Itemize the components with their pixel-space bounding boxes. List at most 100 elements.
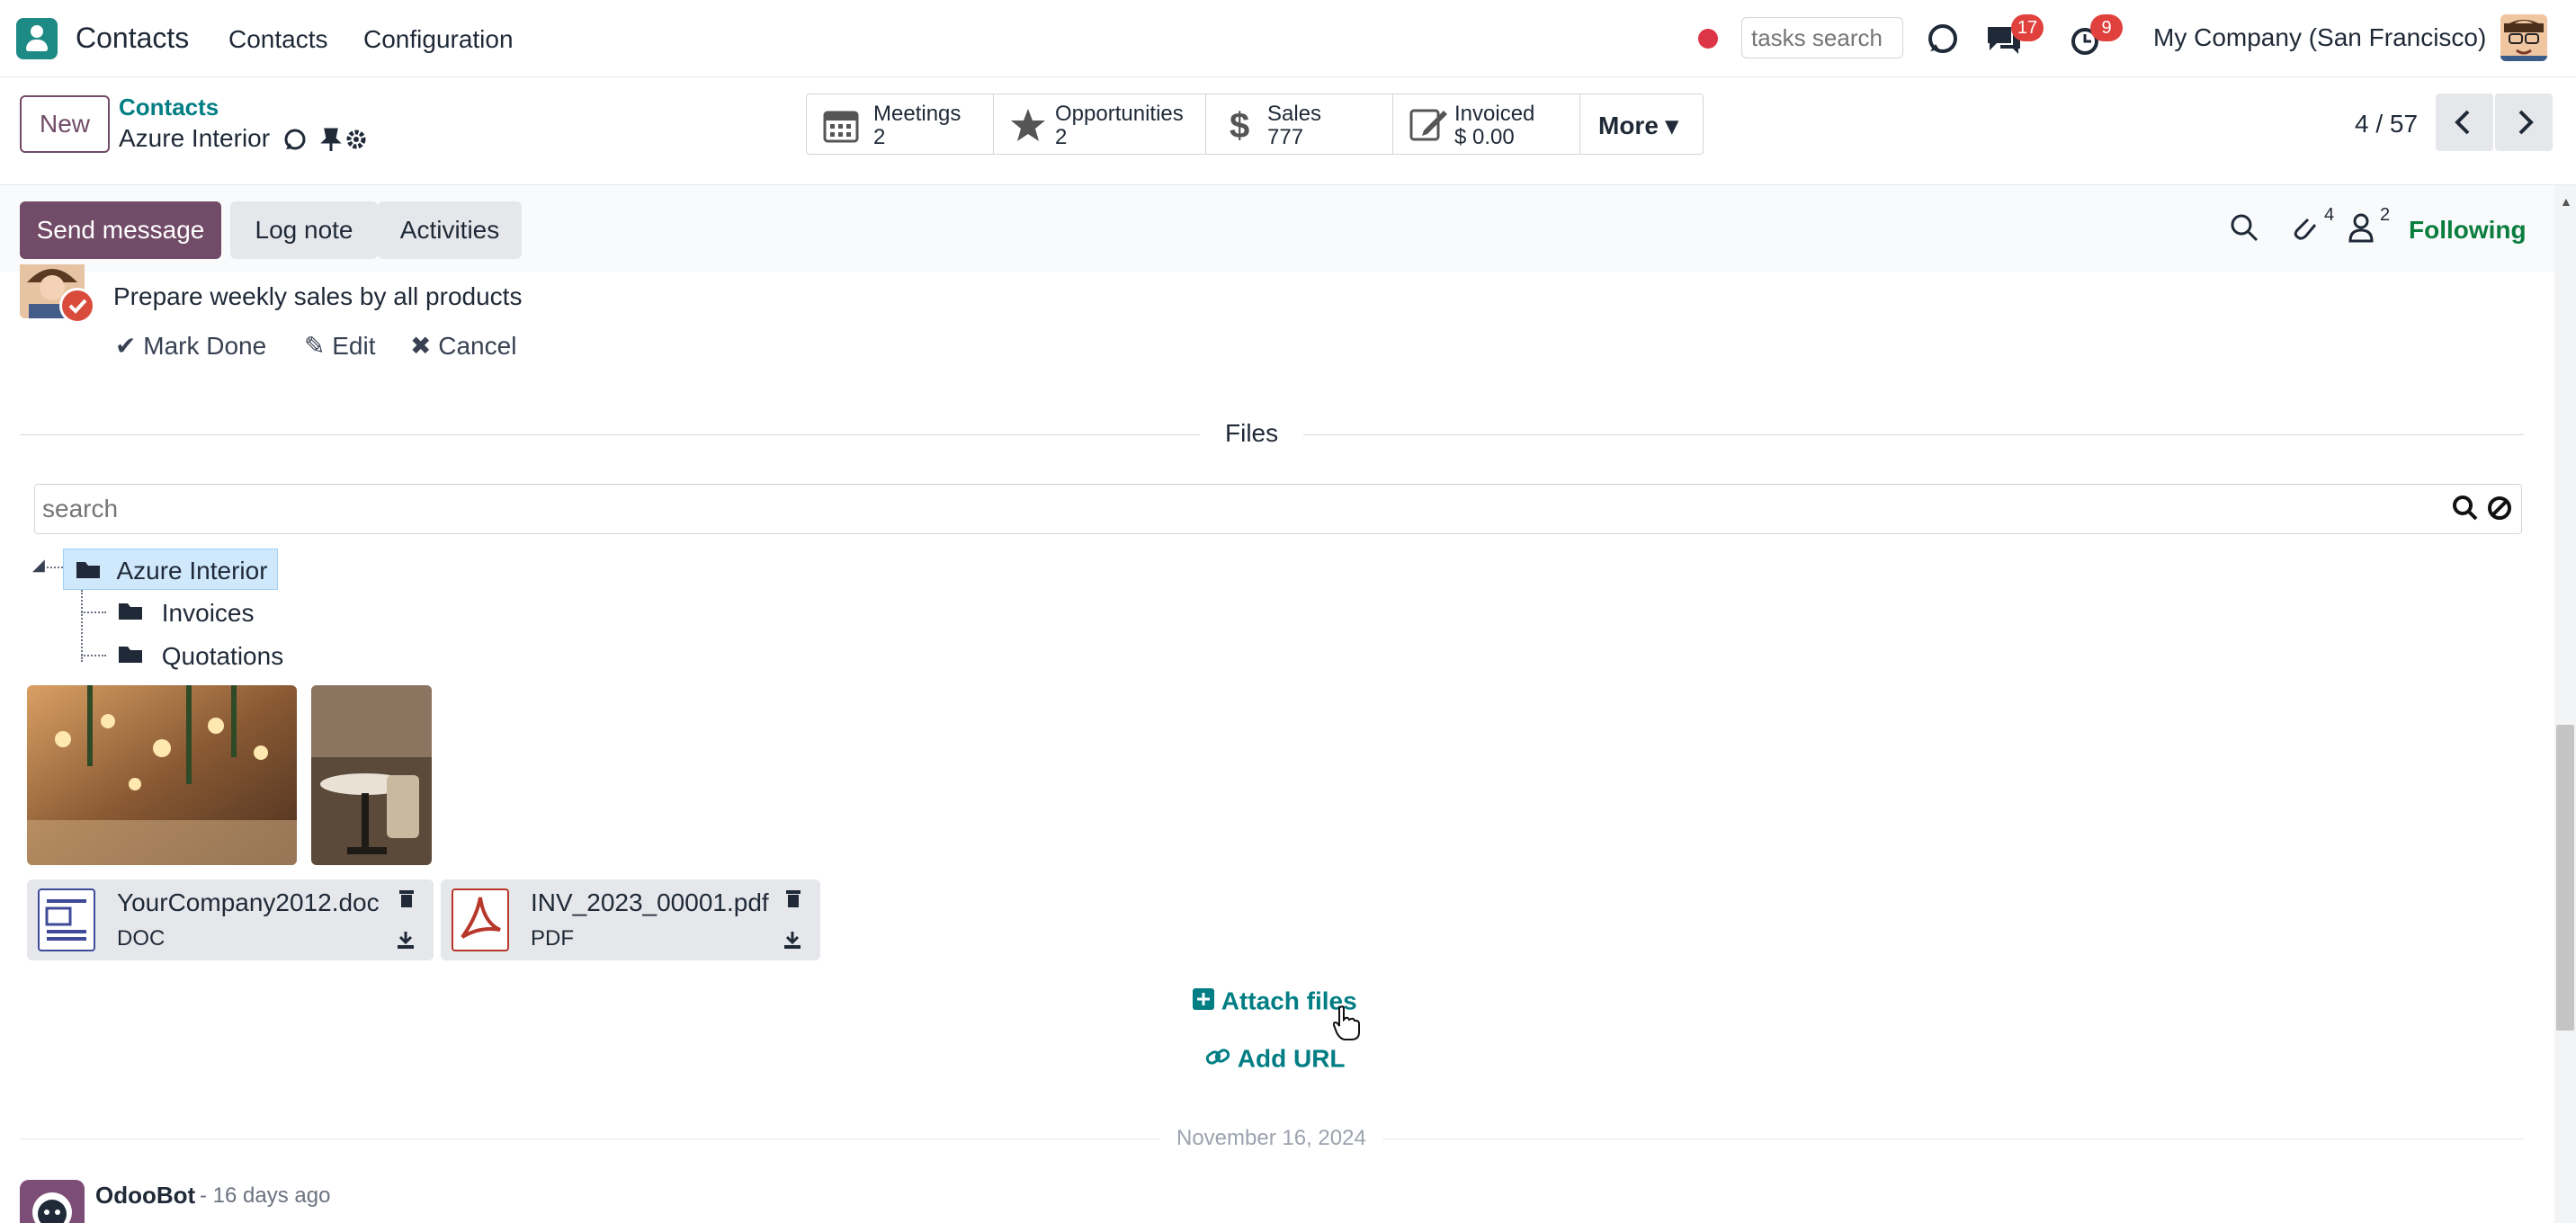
files-search-input[interactable] [34,484,2522,534]
activity-done-check-icon [59,288,95,324]
check-icon: ✔ [115,332,137,360]
delete-trash-icon[interactable] [398,888,416,913]
folder-invoices[interactable]: Invoices [117,597,255,628]
breadcrumb-contacts[interactable]: Contacts [119,94,219,121]
activities-badge: 9 [2090,14,2123,41]
chatter-search-icon[interactable] [2229,212,2259,249]
more-label: More [1598,112,1659,139]
app-name[interactable]: Contacts [76,22,189,55]
record-title: Azure Interior [119,124,271,152]
folder-icon [117,599,144,628]
doc-file-icon [38,888,95,951]
tree-collapse-icon[interactable]: ◢ [32,556,45,575]
scrollbar-thumb[interactable] [2556,725,2574,1031]
previous-record-button[interactable] [2436,94,2493,151]
mark-done-button[interactable]: ✔ Mark Done [115,331,266,361]
sales-label: Sales [1267,102,1322,126]
menu-configuration[interactable]: Configuration [363,25,514,54]
user-avatar[interactable] [2500,14,2547,61]
attachment-card[interactable]: YourCompany2012.doc DOC [27,879,434,960]
opportunities-button[interactable]: Opportunities 2 [994,94,1206,154]
calendar-icon [823,107,859,147]
download-icon[interactable] [783,930,802,954]
cancel-activity-button[interactable]: ✖ Cancel [410,331,516,361]
attachment-card[interactable]: INV_2023_00001.pdf PDF [441,879,820,960]
pin-icon [320,128,342,151]
user-icon [2348,213,2374,243]
gear-icon [346,129,366,149]
chatter: Send message Log note Activities 4 2 Fol… [0,185,2554,1223]
sales-value: 777 [1267,125,1304,149]
scroll-up-arrow-icon[interactable]: ▲ [2560,194,2572,209]
menu-contacts[interactable]: Contacts [228,25,328,54]
next-record-button[interactable] [2495,94,2553,151]
meetings-button[interactable]: Meetings 2 [807,94,994,154]
attachments-button[interactable]: 4 [2288,205,2334,249]
log-note-button[interactable]: Log note [230,201,378,259]
invoiced-button[interactable]: Invoiced $ 0.00 [1393,94,1580,154]
message-author[interactable]: OdooBot [95,1182,195,1210]
new-button[interactable]: New [20,95,110,153]
folder-azure-interior[interactable]: Azure Interior [63,549,278,590]
folder-icon [117,642,144,671]
paperclip-icon [2294,218,2317,240]
opportunities-count: 2 [1055,125,1068,149]
pdf-file-icon [452,888,509,951]
attachment-name: INV_2023_00001.pdf [531,888,769,916]
meetings-label: Meetings [873,102,962,126]
star-icon [1010,107,1046,147]
pencil-icon: ✎ [304,332,326,360]
chatter-topbar: Send message Log note Activities 4 2 Fol… [0,185,2554,272]
activities-button[interactable]: Activities [378,201,522,259]
following-button[interactable]: Following [2409,216,2527,245]
attachments-count: 4 [2324,205,2335,225]
image-attachment-thumbnail[interactable] [311,685,432,865]
svg-text:$: $ [1230,107,1249,143]
attachment-name: YourCompany2012.doc [117,888,380,916]
caret-down-icon: ▾ [1665,112,1678,139]
more-dropdown[interactable]: More ▾ [1580,94,1703,154]
files-section-title: Files [1200,419,1304,448]
link-icon [1205,1045,1230,1074]
followers-button[interactable]: 2 [2348,205,2390,249]
record-actions [282,126,369,157]
pager-value[interactable]: 4 / 57 [2355,110,2418,138]
chevron-left-icon [2455,110,2470,135]
opportunities-label: Opportunities [1055,102,1184,126]
folder-icon [75,558,102,585]
attachment-type: DOC [117,926,165,951]
files-search-icon[interactable] [2452,495,2479,526]
refresh-icon[interactable] [1923,19,1963,58]
image-attachment-thumbnail[interactable] [27,685,297,865]
tree-connector [81,612,106,613]
send-message-button[interactable]: Send message [20,201,221,259]
tree-connector [81,590,83,662]
recording-indicator-icon [1698,29,1718,49]
add-url-link[interactable]: Add URL [1205,1043,1346,1074]
edit-activity-button[interactable]: ✎ Edit [304,331,376,361]
message-time: - 16 days ago [200,1183,331,1208]
delete-trash-icon[interactable] [784,888,802,913]
tree-connector [81,655,106,656]
scrollbar-track[interactable]: ▲ [2554,185,2576,1223]
clear-search-icon[interactable] [2486,495,2513,526]
company-switcher[interactable]: My Company (San Francisco) [2153,23,2486,52]
activity-summary: Prepare weekly sales by all products [113,282,523,310]
invoice-icon [1409,107,1449,147]
date-separator: November 16, 2024 [1160,1126,1382,1151]
folder-label: Azure Interior [116,557,268,585]
chevron-right-icon [2518,110,2534,135]
odoobot-avatar [20,1180,85,1223]
messages-badge: 17 [2011,14,2044,41]
sales-button[interactable]: $ Sales 777 [1206,94,1393,154]
tasks-search-input[interactable] [1741,17,1903,58]
refresh-record-icon [284,129,306,150]
smart-buttons: Meetings 2 Opportunities 2 $ Sales 777 I… [806,94,1704,155]
dollar-icon: $ [1222,106,1258,147]
followers-count: 2 [2380,205,2391,225]
contacts-app-icon[interactable] [16,18,58,59]
close-icon: ✖ [410,332,432,360]
download-icon[interactable] [396,930,416,954]
plus-square-icon [1193,987,1214,1016]
folder-quotations[interactable]: Quotations [117,640,283,671]
